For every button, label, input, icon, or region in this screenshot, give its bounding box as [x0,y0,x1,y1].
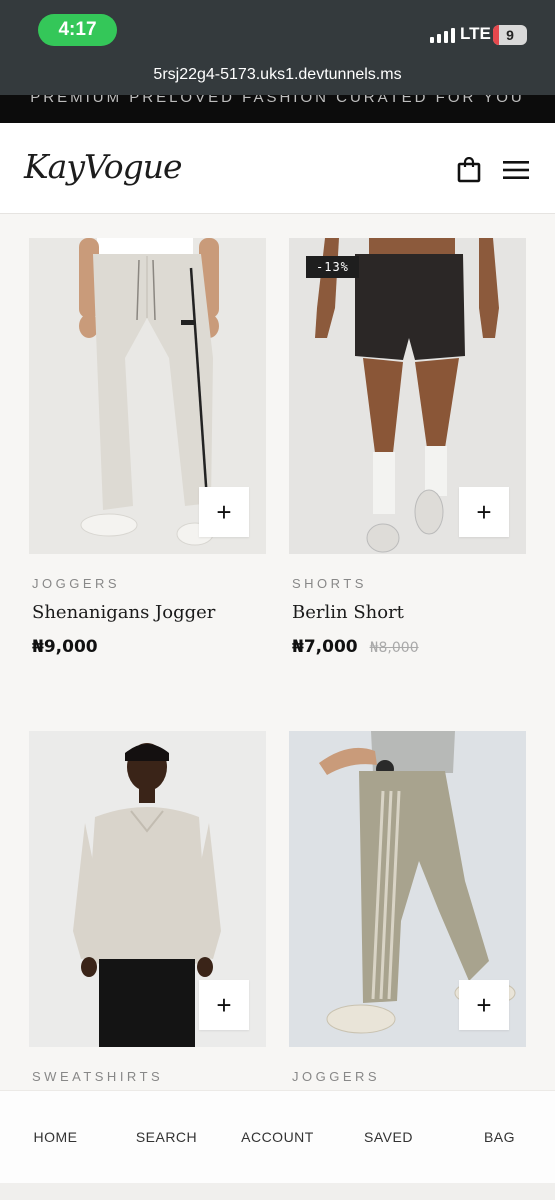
product-name[interactable]: Shenanigans Jogger [32,602,266,623]
product-price-row: ₦9,000 [32,637,266,657]
product-card[interactable]: + JOGGERS Shenanigans Jogger ₦9,000 [29,238,266,657]
product-card[interactable]: + JOGGERS [289,731,526,1084]
product-original-price: ₦8,000 [369,640,419,656]
discount-badge: -13% [306,256,359,278]
product-image[interactable]: + [29,731,266,1047]
product-price-row: ₦7,000 ₦8,000 [292,637,526,657]
nav-saved[interactable]: SAVED [333,1091,444,1183]
product-image[interactable]: -13% + [289,238,526,554]
network-type: LTE [460,24,491,43]
nav-account[interactable]: ACCOUNT [222,1091,333,1183]
cellular-signal-icon [430,27,455,43]
product-image[interactable]: + [29,238,266,554]
address-bar-url[interactable]: 5rsj22g4-5173.uks1.devtunnels.ms [0,66,555,84]
product-category: JOGGERS [292,1069,381,1084]
product-grid: + JOGGERS Shenanigans Jogger ₦9,000 -13%… [0,214,555,1090]
brand-logo[interactable]: KayVogue [24,147,183,186]
bottom-navigation: HOME SEARCH ACCOUNT SAVED BAG [0,1090,555,1183]
add-to-bag-button[interactable]: + [199,487,249,537]
menu-icon[interactable] [503,160,529,180]
nav-bag[interactable]: BAG [444,1091,555,1183]
announcement-bar: PREMIUM PRELOVED FASHION CURATED FOR YOU [0,95,555,123]
shopping-bag-icon[interactable] [457,157,481,183]
product-price: ₦9,000 [32,637,98,657]
status-time: 4:17 [38,14,117,46]
add-to-bag-button[interactable]: + [459,980,509,1030]
site-header: KayVogue [0,123,555,214]
nav-home[interactable]: HOME [0,1091,111,1183]
product-category: SHORTS [292,576,367,591]
product-name[interactable]: Berlin Short [292,602,526,623]
nav-search[interactable]: SEARCH [111,1091,222,1183]
add-to-bag-button[interactable]: + [199,980,249,1030]
add-to-bag-button[interactable]: + [459,487,509,537]
product-category: JOGGERS [32,576,121,591]
product-image[interactable]: + [289,731,526,1047]
battery-level: 9 [506,27,514,43]
product-price: ₦7,000 [292,637,358,657]
product-card[interactable]: + SWEATSHIRTS [29,731,266,1084]
status-bar: 4:17 LTE 9 5rsj22g4-5173.uks1.devtunnels… [0,0,555,95]
battery-icon: 9 [493,25,527,45]
product-card[interactable]: -13% + SHORTS Berlin Short ₦7,000 ₦8,000 [289,238,526,657]
product-category: SWEATSHIRTS [32,1069,164,1084]
announcement-text: PREMIUM PRELOVED FASHION CURATED FOR YOU [30,95,525,106]
browser-bottom-strip [0,1183,555,1200]
